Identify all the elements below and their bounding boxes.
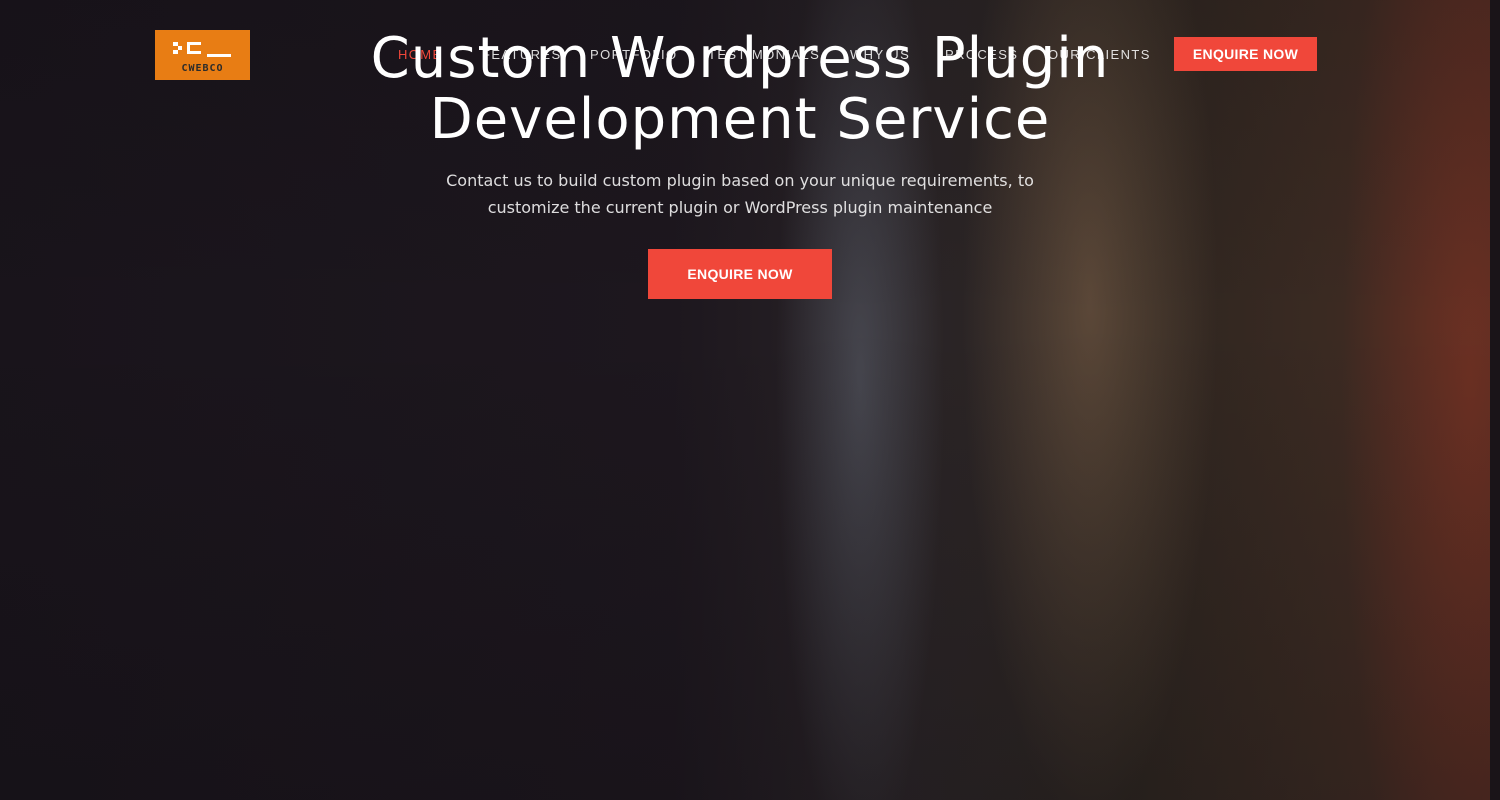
hero-subtitle-line-1: Contact us to build custom plugin based … xyxy=(446,171,1034,190)
site-logo[interactable]: CWEBCO xyxy=(155,30,250,80)
hero-subtitle-line-2: customize the current plugin or WordPres… xyxy=(487,198,993,217)
hero-title: Custom Wordpress Plugin Development Serv… xyxy=(240,28,1240,150)
hero-enquire-button[interactable]: ENQUIRE NOW xyxy=(648,249,832,299)
hero-title-line-1: Custom Wordpress Plugin xyxy=(370,26,1110,91)
hero-title-line-2: Development Service xyxy=(429,87,1051,152)
hero-subtitle: Contact us to build custom plugin based … xyxy=(390,167,1090,221)
logo-text: CWEBCO xyxy=(181,63,224,74)
page-edge xyxy=(1490,0,1500,800)
